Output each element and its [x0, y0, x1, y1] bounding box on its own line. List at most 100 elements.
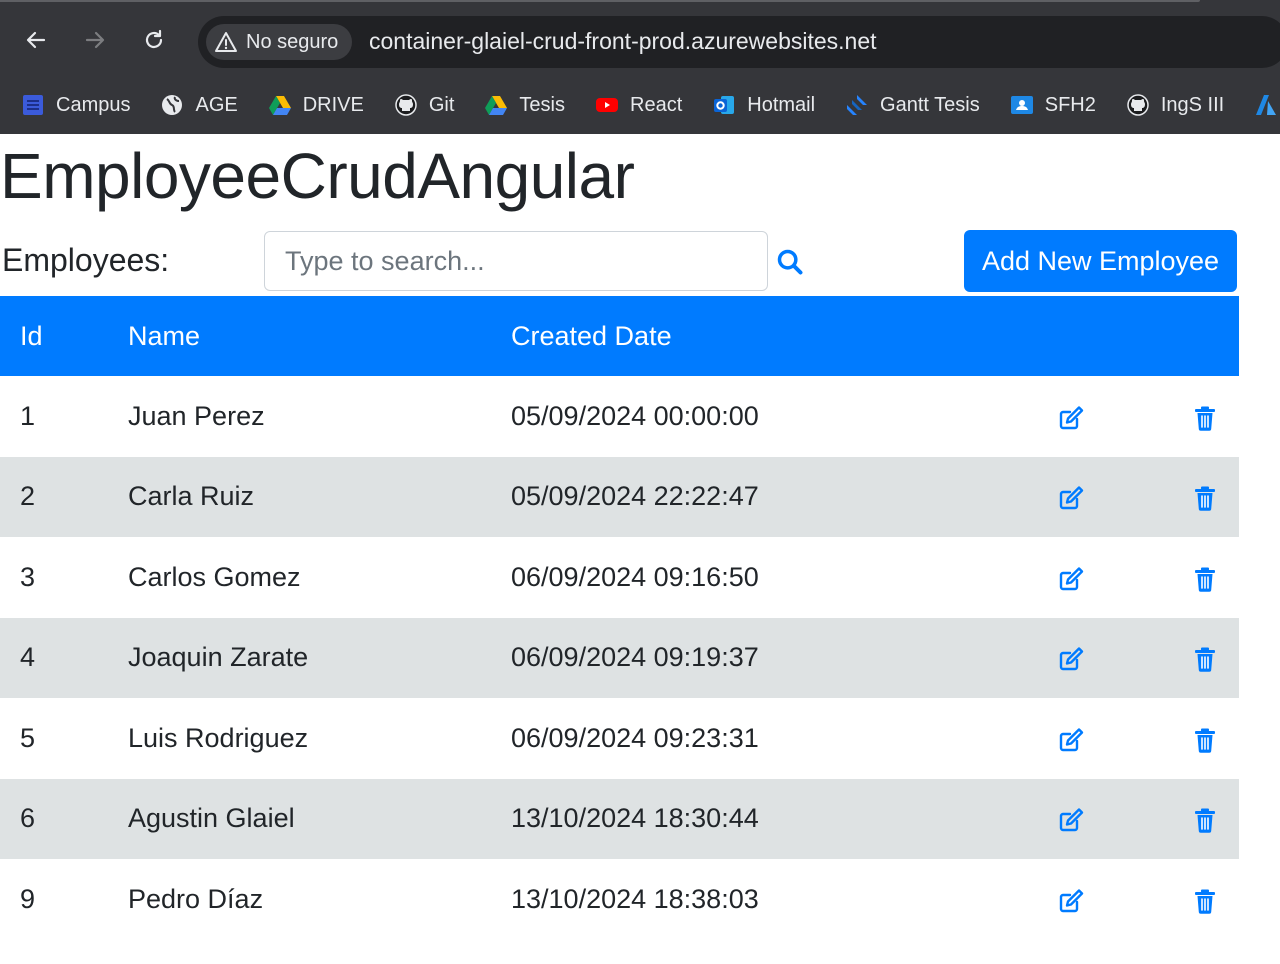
table-row: 9 Pedro Díaz 13/10/2024 18:38:03	[0, 859, 1239, 940]
employees-table: Id Name Created Date 1 Juan Perez 05/09/20…	[0, 296, 1239, 940]
github-icon	[1125, 92, 1151, 118]
cell-delete	[1170, 698, 1239, 779]
bookmark-campus[interactable]: Campus	[20, 92, 130, 118]
bookmark-gantt-tesis[interactable]: Gantt Tesis	[844, 92, 980, 118]
trash-icon[interactable]	[1191, 562, 1219, 592]
column-header-created-date[interactable]: Created Date	[511, 296, 1036, 376]
edit-icon[interactable]	[1057, 562, 1085, 592]
jira-icon	[844, 92, 870, 118]
cell-id: 1	[20, 400, 36, 431]
employees-label: Employees:	[2, 242, 170, 278]
cell-name: Joaquin Zarate	[128, 642, 309, 673]
add-new-employee-button[interactable]: Add New Employee	[964, 230, 1237, 292]
google-classroom-icon	[1009, 92, 1035, 118]
edit-icon[interactable]	[1057, 481, 1085, 511]
cell-name: Pedro Díaz	[128, 883, 264, 914]
cell-name: Carla Ruiz	[128, 481, 255, 512]
trash-icon[interactable]	[1191, 401, 1219, 431]
edit-icon[interactable]	[1057, 803, 1085, 833]
table-row: 3 Carlos Gomez 06/09/2024 09:16:50	[0, 537, 1239, 618]
table-row: 2 Carla Ruiz 05/09/2024 22:22:47	[0, 456, 1239, 538]
column-header-id[interactable]: Id	[0, 296, 128, 376]
trash-icon[interactable]	[1191, 884, 1219, 914]
address-bar[interactable]: No seguro container-glaiel-crud-front-pr…	[198, 16, 1280, 68]
table-body: 1 Juan Perez 05/09/2024 00:00:00 2 Carla Rui…	[0, 376, 1239, 940]
trash-icon[interactable]	[1191, 481, 1219, 511]
cell-id: 6	[20, 803, 36, 834]
page-title: EmployeeCrudAngular	[0, 140, 635, 212]
forward-button[interactable]	[77, 22, 113, 58]
bookmark-tesis[interactable]: Tesis	[483, 92, 565, 118]
table-row: 1 Juan Perez 05/09/2024 00:00:00	[0, 376, 1239, 457]
campus-icon	[20, 92, 46, 118]
bookmark-azure[interactable]	[1253, 92, 1279, 118]
edit-icon[interactable]	[1057, 884, 1085, 914]
globe-icon	[159, 92, 185, 118]
browser-chrome: No seguro container-glaiel-crud-front-pr…	[0, 0, 1280, 134]
cell-delete	[1170, 618, 1239, 699]
cell-delete	[1170, 779, 1239, 860]
table-row: 6 Agustin Glaiel 13/10/2024 18:30:44	[0, 778, 1239, 860]
table-row: 4 Joaquin Zarate 06/09/2024 09:19:37	[0, 617, 1239, 699]
google-drive-icon	[483, 92, 509, 118]
cell-delete	[1170, 537, 1239, 618]
cell-id: 3	[20, 561, 36, 592]
cell-delete	[1170, 457, 1239, 538]
edit-icon[interactable]	[1057, 642, 1085, 672]
arrow-right-icon	[85, 31, 105, 49]
google-drive-icon	[267, 92, 293, 118]
outlook-icon	[711, 92, 737, 118]
table-header-row: Id Name Created Date	[0, 296, 1239, 376]
bookmark-git[interactable]: Git	[393, 92, 454, 118]
cell-id: 2	[20, 481, 36, 512]
column-header-delete	[1170, 296, 1239, 376]
cell-edit	[1036, 537, 1170, 618]
security-label: No seguro	[246, 30, 339, 53]
cell-created-date: 05/09/2024 22:22:47	[511, 481, 759, 512]
bookmark-ings-iii[interactable]: IngS III	[1125, 92, 1224, 118]
cell-edit	[1036, 618, 1170, 699]
edit-icon[interactable]	[1057, 723, 1085, 753]
bookmark-drive[interactable]: DRIVE	[267, 92, 364, 118]
trash-icon[interactable]	[1191, 642, 1219, 672]
browser-toolbar: No seguro container-glaiel-crud-front-pr…	[0, 10, 1280, 70]
table-row: 5 Luis Rodriguez 06/09/2024 09:23:31	[0, 698, 1239, 779]
cell-created-date: 06/09/2024 09:16:50	[511, 561, 759, 592]
bookmark-sfh2[interactable]: SFH2	[1009, 92, 1096, 118]
column-header-name[interactable]: Name	[128, 296, 511, 376]
arrow-left-icon	[26, 31, 46, 49]
bookmark-hotmail[interactable]: Hotmail	[711, 92, 815, 118]
cell-edit	[1036, 779, 1170, 860]
cell-name: Juan Perez	[128, 400, 265, 431]
trash-icon[interactable]	[1191, 803, 1219, 833]
search-icon[interactable]	[776, 248, 804, 276]
cell-edit	[1036, 376, 1170, 457]
cell-created-date: 06/09/2024 09:19:37	[511, 642, 759, 673]
trash-icon[interactable]	[1191, 723, 1219, 753]
cell-id: 4	[20, 642, 36, 673]
back-button[interactable]	[18, 22, 54, 58]
cell-delete	[1170, 376, 1239, 457]
cell-delete	[1170, 859, 1239, 940]
reload-button[interactable]	[136, 22, 172, 58]
security-chip[interactable]: No seguro	[206, 24, 353, 60]
bookmark-react[interactable]: React	[594, 92, 682, 118]
bookmark-age[interactable]: AGE	[159, 92, 238, 118]
url-text[interactable]: container-glaiel-crud-front-prod.azurewe…	[369, 28, 877, 55]
azure-icon	[1253, 92, 1279, 118]
cell-created-date: 13/10/2024 18:30:44	[511, 803, 759, 834]
search-input[interactable]	[264, 231, 768, 291]
cell-edit	[1036, 457, 1170, 538]
cell-created-date: 13/10/2024 18:38:03	[511, 883, 759, 914]
cell-name: Luis Rodriguez	[128, 722, 309, 753]
cell-created-date: 05/09/2024 00:00:00	[511, 400, 759, 431]
github-icon	[393, 92, 419, 118]
column-header-edit	[1036, 296, 1170, 376]
cell-edit	[1036, 698, 1170, 779]
cell-id: 5	[20, 722, 36, 753]
tab-strip-edge	[0, 0, 1200, 2]
cell-edit	[1036, 859, 1170, 940]
cell-name: Agustin Glaiel	[128, 803, 295, 834]
edit-icon[interactable]	[1057, 401, 1085, 431]
cell-id: 9	[20, 883, 36, 914]
